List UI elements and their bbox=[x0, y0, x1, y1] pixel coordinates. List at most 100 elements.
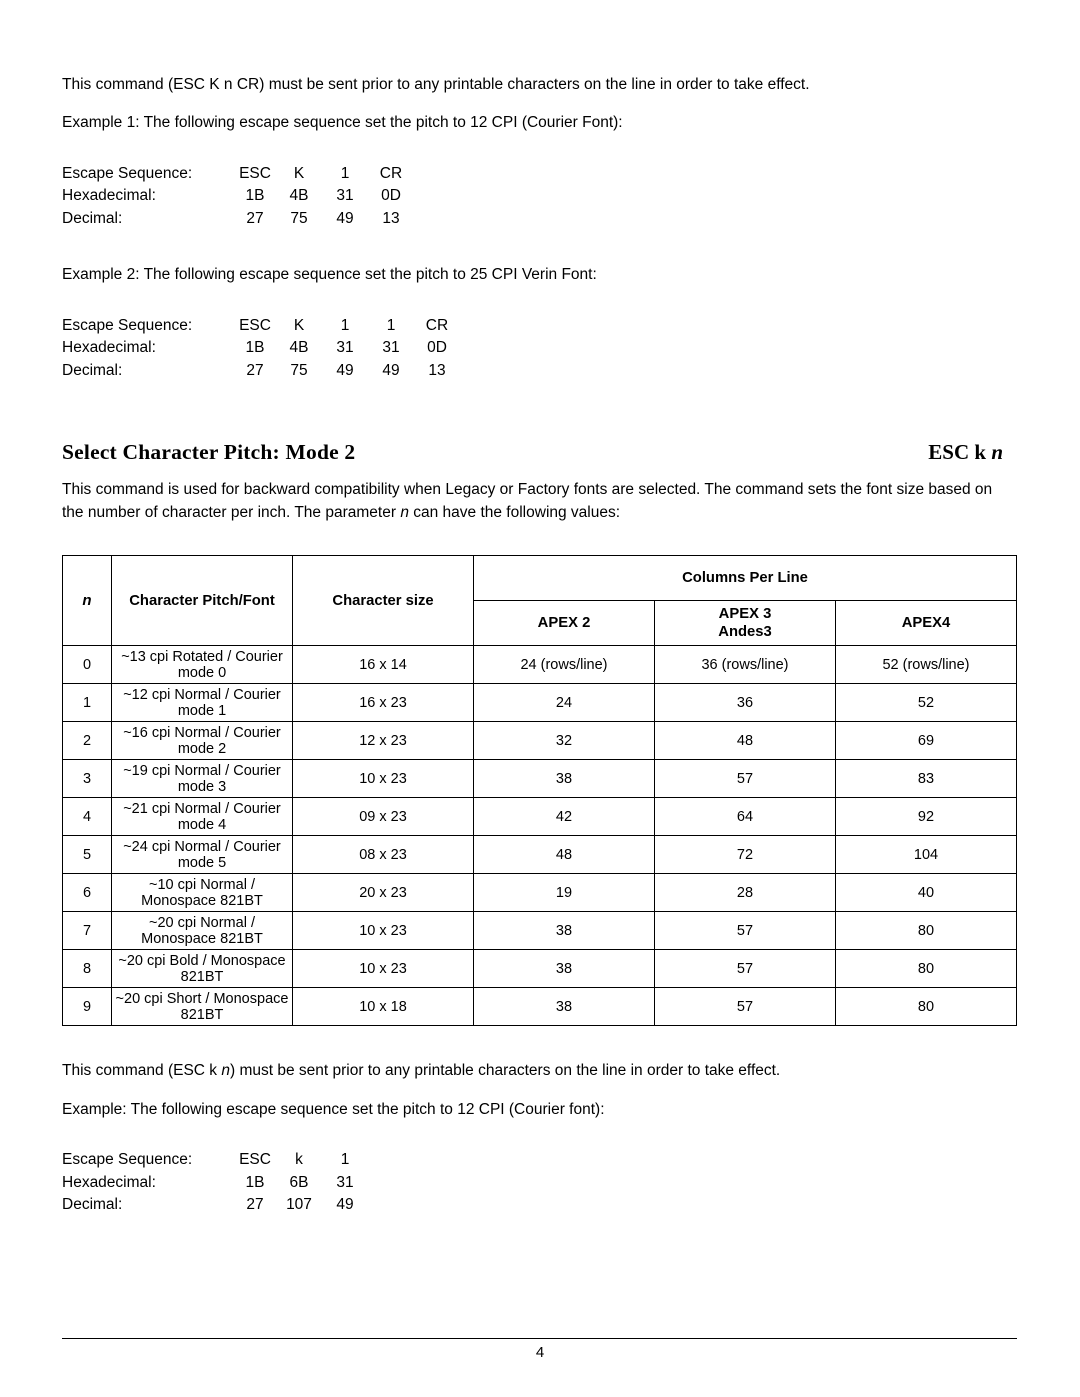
cell-size: 10 x 23 bbox=[292, 759, 474, 799]
hexadecimal-row: Hexadecimal: 1B 6B 31 bbox=[62, 1172, 1017, 1194]
intro-note: This command (ESC K n CR) must be sent p… bbox=[62, 76, 810, 93]
seq3-dec-2: 49 bbox=[336, 1196, 354, 1214]
table-header-row-1: n Character Pitch/Font Character size Co… bbox=[62, 555, 1017, 647]
cell-n: 5 bbox=[62, 835, 112, 875]
cell-apex4: 52 (rows/line) bbox=[835, 645, 1017, 685]
cell-font: ~16 cpi Normal / Courier mode 2 bbox=[111, 721, 293, 761]
cell-apex3: 57 bbox=[654, 987, 836, 1027]
cell-n: 7 bbox=[62, 911, 112, 951]
section-heading: Select Character Pitch: Mode 2 ESC k n bbox=[62, 440, 1017, 465]
header-apex3: APEX 3 Andes3 bbox=[654, 600, 836, 647]
table-row: 0 ~13 cpi Rotated / Courier mode 0 16 x … bbox=[62, 645, 1017, 685]
cell-size: 20 x 23 bbox=[292, 873, 474, 913]
decimal-label: Decimal: bbox=[62, 209, 123, 227]
cell-apex3: 64 bbox=[654, 797, 836, 837]
cell-apex4: 52 bbox=[835, 683, 1017, 723]
description-part-2: can have the following values: bbox=[408, 503, 621, 521]
cell-apex4: 80 bbox=[835, 949, 1017, 989]
cell-font: ~12 cpi Normal / Courier mode 1 bbox=[111, 683, 293, 723]
outro-note-param: n bbox=[221, 1062, 230, 1080]
cell-size: 09 x 23 bbox=[292, 797, 474, 837]
description-param: n bbox=[400, 503, 409, 521]
seq1-escape-3: CR bbox=[379, 164, 403, 182]
header-columns-per-line: Columns Per Line bbox=[473, 555, 1017, 602]
seq1-escape-1: K bbox=[293, 164, 305, 182]
seq3-hex-0: 1B bbox=[245, 1173, 265, 1191]
header-n: n bbox=[62, 555, 112, 647]
cell-apex3: 72 bbox=[654, 835, 836, 875]
decimal-row: Decimal: 27 75 49 13 bbox=[62, 208, 1017, 230]
table-row: 8 ~20 cpi Bold / Monospace 821BT 10 x 23… bbox=[62, 949, 1017, 989]
cell-apex4: 104 bbox=[835, 835, 1017, 875]
example-2-text: Example 2: The following escape sequence… bbox=[62, 266, 597, 284]
hexadecimal-row: Hexadecimal: 1B 4B 31 31 0D bbox=[62, 337, 1017, 359]
document-page: This command (ESC K n CR) must be sent p… bbox=[0, 0, 1080, 1397]
cell-apex2: 38 bbox=[473, 911, 655, 951]
escape-sequence-row: Escape Sequence: ESC K 1 CR bbox=[62, 163, 1017, 185]
seq2-escape-1: K bbox=[293, 316, 305, 334]
hexadecimal-row: Hexadecimal: 1B 4B 31 0D bbox=[62, 185, 1017, 207]
cell-n: 6 bbox=[62, 873, 112, 913]
cell-apex2: 19 bbox=[473, 873, 655, 913]
section-command: ESC k n bbox=[928, 440, 1017, 465]
escape-sequence-block-1: Escape Sequence: ESC K 1 CR Hexadecimal:… bbox=[62, 163, 1017, 230]
seq1-escape-0: ESC bbox=[239, 164, 271, 182]
seq1-hex-3: 0D bbox=[381, 187, 401, 205]
cell-n: 3 bbox=[62, 759, 112, 799]
outro-note-part-2: ) must be sent prior to any printable ch… bbox=[229, 1062, 781, 1080]
command-prefix: ESC k bbox=[928, 440, 992, 465]
seq1-dec-3: 13 bbox=[382, 209, 400, 227]
seq1-hex-0: 1B bbox=[245, 187, 265, 205]
seq3-dec-1: 107 bbox=[286, 1196, 312, 1214]
cell-size: 10 x 18 bbox=[292, 987, 474, 1027]
cell-font: ~10 cpi Normal / Monospace 821BT bbox=[111, 873, 293, 913]
cell-n: 9 bbox=[62, 987, 112, 1027]
cell-font: ~21 cpi Normal / Courier mode 4 bbox=[111, 797, 293, 837]
seq3-escape-2: 1 bbox=[340, 1151, 350, 1169]
cell-size: 10 x 23 bbox=[292, 911, 474, 951]
escape-sequence-label: Escape Sequence: bbox=[62, 1151, 193, 1169]
seq3-escape-0: ESC bbox=[239, 1151, 271, 1169]
hexadecimal-label: Hexadecimal: bbox=[62, 1173, 156, 1191]
cell-font: ~19 cpi Normal / Courier mode 3 bbox=[111, 759, 293, 799]
header-apex3-line1: APEX 3 bbox=[718, 605, 772, 622]
seq2-dec-3: 49 bbox=[382, 361, 400, 379]
cell-font: ~24 cpi Normal / Courier mode 5 bbox=[111, 835, 293, 875]
footer-divider bbox=[62, 1338, 1017, 1339]
seq2-escape-3: 1 bbox=[386, 316, 396, 334]
header-pitch-font: Character Pitch/Font bbox=[111, 555, 293, 647]
section-title: Select Character Pitch: Mode 2 bbox=[62, 440, 356, 465]
cell-apex4: 40 bbox=[835, 873, 1017, 913]
cell-size: 10 x 23 bbox=[292, 949, 474, 989]
cell-apex3: 57 bbox=[654, 949, 836, 989]
table-row: 9 ~20 cpi Short / Monospace 821BT 10 x 1… bbox=[62, 987, 1017, 1027]
seq2-hex-0: 1B bbox=[245, 339, 265, 357]
character-pitch-table: n Character Pitch/Font Character size Co… bbox=[62, 555, 1017, 1027]
cell-apex2: 24 bbox=[473, 683, 655, 723]
escape-sequence-label: Escape Sequence: bbox=[62, 316, 193, 334]
cell-apex3: 57 bbox=[654, 759, 836, 799]
cell-apex3: 48 bbox=[654, 721, 836, 761]
cell-n: 2 bbox=[62, 721, 112, 761]
cell-size: 16 x 23 bbox=[292, 683, 474, 723]
page-content: This command (ESC K n CR) must be sent p… bbox=[62, 74, 1017, 1217]
cell-apex3: 28 bbox=[654, 873, 836, 913]
cell-n: 1 bbox=[62, 683, 112, 723]
table-row: 6 ~10 cpi Normal / Monospace 821BT 20 x … bbox=[62, 873, 1017, 913]
seq3-dec-0: 27 bbox=[246, 1196, 264, 1214]
cell-size: 12 x 23 bbox=[292, 721, 474, 761]
escape-sequence-row: Escape Sequence: ESC k 1 bbox=[62, 1149, 1017, 1171]
escape-sequence-row: Escape Sequence: ESC K 1 1 CR bbox=[62, 315, 1017, 337]
cell-size: 08 x 23 bbox=[292, 835, 474, 875]
table-row: 3 ~19 cpi Normal / Courier mode 3 10 x 2… bbox=[62, 759, 1017, 799]
seq3-escape-1: k bbox=[295, 1151, 303, 1169]
cell-font: ~13 cpi Rotated / Courier mode 0 bbox=[111, 645, 293, 685]
escape-sequence-label: Escape Sequence: bbox=[62, 164, 193, 182]
section-description: This command is used for backward compat… bbox=[62, 479, 1017, 524]
cell-font: ~20 cpi Short / Monospace 821BT bbox=[111, 987, 293, 1027]
cell-n: 0 bbox=[62, 645, 112, 685]
seq2-hex-3: 31 bbox=[382, 339, 400, 357]
hexadecimal-label: Hexadecimal: bbox=[62, 187, 156, 205]
cell-font: ~20 cpi Normal / Monospace 821BT bbox=[111, 911, 293, 951]
seq1-hex-1: 4B bbox=[289, 187, 309, 205]
